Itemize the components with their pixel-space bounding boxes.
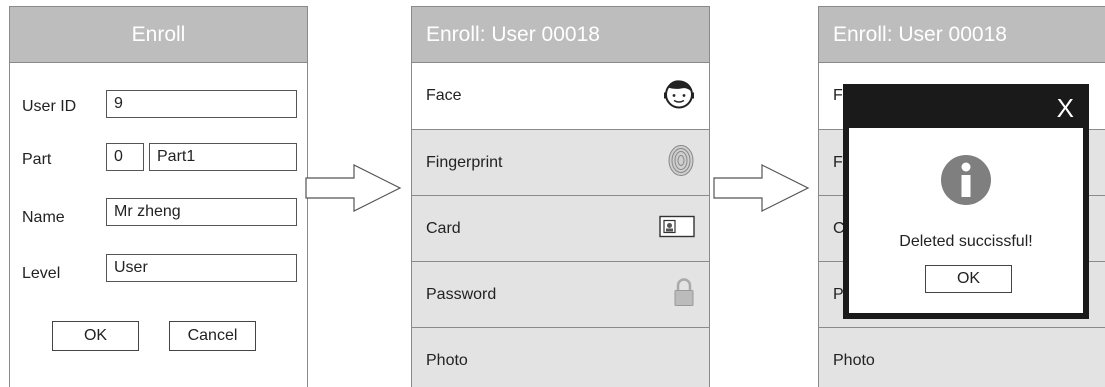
list-item-label: Photo bbox=[426, 351, 468, 369]
list-item-label: Photo bbox=[833, 351, 875, 369]
enroll-form-screen: Enroll User ID 9 Part 0 Part1 Name Mr zh… bbox=[9, 6, 308, 387]
dialog-ok-button[interactable]: OK bbox=[925, 265, 1012, 293]
enroll-title-bar: Enroll bbox=[10, 7, 307, 63]
close-button[interactable]: X bbox=[1057, 93, 1074, 124]
info-icon bbox=[940, 154, 992, 211]
dialog-message: Deleted succissful! bbox=[899, 233, 1033, 250]
page-title: Enroll: User 00018 bbox=[426, 22, 600, 46]
face-icon bbox=[663, 79, 695, 114]
level-select[interactable]: User bbox=[106, 254, 297, 282]
lock-icon bbox=[673, 277, 695, 312]
list-item-label: F bbox=[833, 153, 843, 171]
ok-button[interactable]: OK bbox=[52, 321, 139, 351]
name-input[interactable]: Mr zheng bbox=[106, 198, 297, 226]
dialog-title-bar: X bbox=[849, 90, 1083, 128]
card-icon bbox=[659, 215, 695, 242]
list-item-label: Fingerprint bbox=[426, 153, 503, 171]
level-label: Level bbox=[22, 265, 61, 282]
list-item-label: F bbox=[833, 87, 843, 104]
name-label: Name bbox=[22, 209, 65, 226]
part-row: Part 0 Part1 bbox=[10, 143, 307, 175]
success-dialog: X Deleted succissful! OK bbox=[843, 84, 1089, 319]
enroll-user-title-bar: Enroll: User 00018 bbox=[412, 7, 709, 63]
flow-arrow-2 bbox=[713, 164, 810, 212]
list-item-label: Password bbox=[426, 285, 497, 303]
user-id-input[interactable]: 9 bbox=[106, 90, 297, 118]
list-item-label: Face bbox=[426, 87, 462, 104]
enroll-method-screen: Enroll: User 00018 Face Fingerprint Card… bbox=[411, 6, 710, 387]
part-label: Part bbox=[22, 151, 52, 168]
cancel-button[interactable]: Cancel bbox=[169, 321, 256, 351]
level-row: Level User bbox=[10, 254, 307, 286]
list-item-password[interactable]: Password bbox=[412, 261, 709, 327]
enroll-user-title-bar: Enroll: User 00018 bbox=[819, 7, 1105, 63]
list-item-face[interactable]: Face bbox=[412, 63, 709, 129]
fingerprint-icon bbox=[667, 143, 695, 182]
list-item-photo[interactable]: Photo bbox=[819, 327, 1105, 387]
part-number-input[interactable]: 0 bbox=[106, 143, 144, 171]
list-item-label: Card bbox=[426, 219, 461, 237]
name-row: Name Mr zheng bbox=[10, 198, 307, 230]
user-id-row: User ID 9 bbox=[10, 90, 307, 122]
flow-arrow-1 bbox=[305, 164, 402, 212]
list-item-fingerprint[interactable]: Fingerprint bbox=[412, 129, 709, 195]
page-title: Enroll bbox=[131, 22, 186, 46]
list-item-card[interactable]: Card bbox=[412, 195, 709, 261]
list-item-photo[interactable]: Photo bbox=[412, 327, 709, 387]
user-id-label: User ID bbox=[22, 98, 77, 115]
part-name-input[interactable]: Part1 bbox=[149, 143, 297, 171]
page-title: Enroll: User 00018 bbox=[833, 22, 1007, 46]
